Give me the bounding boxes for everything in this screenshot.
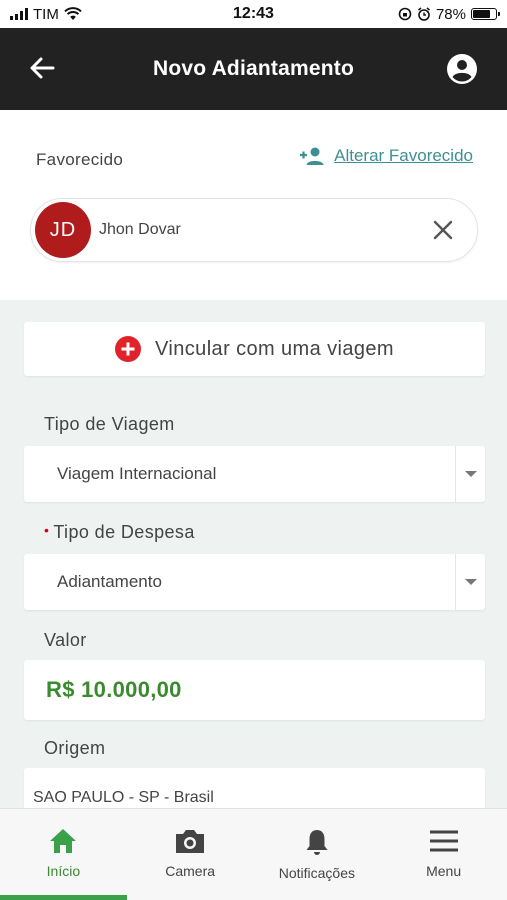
origem-label: Origem — [44, 738, 106, 758]
home-icon — [50, 829, 77, 853]
favorecido-chip[interactable]: JD Jhon Dovar — [30, 198, 478, 262]
page-title: Novo Adiantamento — [153, 57, 354, 80]
close-icon — [433, 220, 453, 240]
remove-favorecido-button[interactable] — [423, 210, 463, 250]
battery-icon — [471, 8, 500, 20]
account-circle-icon — [447, 54, 477, 84]
arrow-left-icon — [30, 57, 55, 79]
favorecido-label: Favorecido — [36, 150, 124, 169]
alterar-favorecido-text: Alterar Favorecido — [334, 146, 473, 165]
nav-inicio[interactable]: Início — [0, 809, 127, 900]
add-circle-icon — [115, 336, 142, 362]
valor-input[interactable]: R$ 10.000,00 — [24, 660, 485, 720]
nav-inicio-label: Início — [46, 863, 81, 879]
status-right: 78% — [398, 5, 500, 23]
valor-label: Valor — [44, 630, 87, 650]
tipo-despesa-label-text: Tipo de Despesa — [53, 522, 195, 542]
tipo-viagem-select[interactable]: Viagem Internacional — [24, 446, 485, 502]
chevron-down-icon — [464, 471, 477, 477]
nav-notificacoes-label: Notificações — [278, 865, 355, 881]
carrier-name: TIM — [33, 5, 59, 23]
battery-percent: 78% — [435, 5, 466, 23]
favorecido-section: Favorecido Alterar Favorecido JD Jhon Do… — [0, 110, 507, 300]
active-tab-indicator — [0, 895, 127, 900]
vincular-viagem-button[interactable]: Vincular com uma viagem — [24, 322, 485, 376]
nav-notificacoes[interactable]: Notificações — [254, 809, 381, 900]
dropdown-arrow — [455, 554, 485, 610]
tipo-despesa-value: Adiantamento — [57, 572, 162, 591]
account-button[interactable] — [445, 52, 479, 86]
vincular-viagem-label: Vincular com uma viagem — [155, 337, 394, 360]
tipo-viagem-label: Tipo de Viagem — [44, 414, 175, 434]
alarm-icon — [418, 7, 430, 21]
nav-camera[interactable]: Camera — [127, 809, 254, 900]
tipo-viagem-value: Viagem Internacional — [57, 464, 217, 483]
wifi-icon — [64, 7, 82, 20]
form-area: Vincular com uma viagem Tipo de Viagem V… — [0, 300, 507, 808]
back-button[interactable] — [24, 50, 60, 86]
tipo-despesa-label: • Tipo de Despesa — [44, 522, 195, 543]
status-left: TIM — [10, 6, 82, 23]
app-bar: Novo Adiantamento — [0, 28, 507, 110]
menu-icon — [429, 830, 458, 852]
chevron-down-icon — [464, 579, 477, 585]
alterar-favorecido-link[interactable]: Alterar Favorecido — [298, 146, 473, 166]
tipo-despesa-select[interactable]: Adiantamento — [24, 554, 485, 610]
nav-menu[interactable]: Menu — [380, 809, 507, 900]
valor-value: R$ 10.000,00 — [46, 677, 182, 702]
bottom-nav: Início Camera Notificações Menu — [0, 808, 507, 900]
camera-icon — [176, 830, 205, 853]
bell-icon — [306, 830, 328, 855]
origem-input[interactable]: SAO PAULO - SP - Brasil — [24, 768, 485, 808]
nav-camera-label: Camera — [165, 863, 216, 879]
dropdown-arrow — [455, 446, 485, 502]
signal-icon — [10, 8, 28, 20]
person-add-icon — [300, 147, 324, 165]
rotation-lock-icon — [398, 7, 412, 21]
avatar: JD — [35, 202, 91, 258]
origem-value: SAO PAULO - SP - Brasil — [33, 789, 214, 806]
nav-menu-label: Menu — [426, 863, 462, 879]
status-bar: TIM 12:43 78% — [0, 0, 507, 28]
required-marker: • — [44, 522, 50, 538]
favorecido-name: Jhon Dovar — [99, 221, 181, 238]
